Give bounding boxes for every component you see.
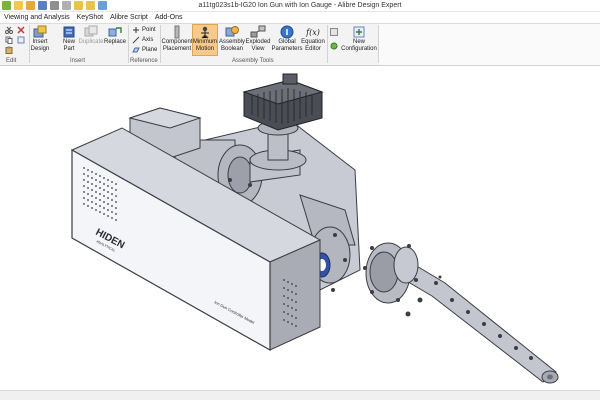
group-label-edit: Edit: [6, 58, 17, 64]
grid-icon: [330, 28, 338, 36]
properties-button[interactable]: [17, 36, 25, 44]
delete-button[interactable]: [17, 26, 25, 34]
ribbon-separator: [327, 25, 328, 63]
properties-icon: [17, 36, 25, 44]
axis-label: Axis: [142, 37, 154, 43]
3d-viewport[interactable]: HIDEN ANALYTICAL Ion Gun Controller Mode…: [0, 67, 600, 390]
ribbon-separator: [128, 25, 129, 63]
point-icon: [133, 27, 139, 33]
equation-editor-label: Equation Editor: [301, 39, 325, 52]
paste-button[interactable]: [5, 46, 13, 54]
global-parameters-label: Global Parameters: [271, 39, 303, 52]
equation-editor-button[interactable]: f(x) Equation Editor: [300, 25, 326, 53]
ribbon-empty-area: [378, 23, 600, 66]
group-label-assembly-tools: Assembly Tools: [232, 58, 274, 64]
global-parameters-button[interactable]: Global Parameters: [271, 25, 303, 53]
assembly-boolean-button[interactable]: Assembly Boolean: [219, 25, 245, 53]
new-configuration-icon: [353, 26, 365, 38]
insert-design-icon: [33, 25, 47, 38]
tab-alibre-script[interactable]: Alibre Script: [110, 12, 148, 23]
ribbon-tabs: Viewing and Analysis KeyShot Alibre Scri…: [0, 12, 600, 23]
plane-button[interactable]: Plane: [132, 46, 157, 54]
configuration-toggle-button[interactable]: [330, 42, 338, 50]
copy-button[interactable]: [5, 36, 13, 44]
new-part-button[interactable]: New Part: [60, 25, 78, 53]
paste-icon: [5, 46, 13, 54]
right-flange: [363, 242, 423, 317]
tab-viewing-and-analysis[interactable]: Viewing and Analysis: [4, 12, 70, 23]
assembly-boolean-icon: [225, 26, 239, 37]
axis-icon: [132, 36, 140, 44]
exploded-view-button[interactable]: Exploded View: [245, 25, 271, 53]
point-button[interactable]: Point: [132, 26, 156, 34]
axis-button[interactable]: Axis: [132, 36, 153, 44]
replace-button[interactable]: Replace: [104, 25, 126, 46]
ion-gun-model[interactable]: HIDEN ANALYTICAL Ion Gun Controller Mode…: [0, 67, 600, 390]
probe-tube: [397, 261, 559, 384]
exploded-view-label: Exploded View: [245, 39, 271, 52]
minimum-motion-button[interactable]: Minimum Motion: [192, 24, 218, 56]
replace-icon: [108, 27, 122, 37]
new-part-label: New Part: [62, 39, 75, 52]
tab-keyshot[interactable]: KeyShot: [77, 12, 103, 23]
new-configuration-label: New Configuration: [341, 39, 377, 52]
replace-label: Replace: [104, 39, 127, 45]
point-label: Point: [142, 27, 156, 33]
group-label-insert: Insert: [70, 58, 86, 64]
configurations-small-button[interactable]: [330, 28, 338, 36]
title-bar: a11tg023s1b-IG20 Ion Gun with Ion Gauge …: [0, 0, 600, 12]
insert-design-label: Insert Design: [30, 39, 50, 52]
equation-icon: f(x): [306, 27, 320, 37]
status-bar: [0, 390, 600, 400]
component-placement-icon: [174, 25, 180, 39]
exploded-view-icon: [250, 25, 266, 38]
component-placement-button[interactable]: Component Placement: [161, 25, 193, 53]
duplicate-button[interactable]: Duplicate: [78, 25, 104, 46]
new-part-icon: [63, 26, 75, 38]
ribbon-separator: [378, 25, 379, 63]
new-configuration-button[interactable]: New Configuration: [340, 25, 378, 53]
duplicate-label: Duplicate: [78, 39, 104, 45]
duplicate-icon: [84, 25, 98, 37]
minimum-motion-icon: [201, 26, 209, 39]
cut-button[interactable]: [5, 26, 13, 34]
alibre-window: a11tg023s1b-IG20 Ion Gun with Ion Gauge …: [0, 0, 600, 400]
plane-icon: [132, 47, 140, 53]
cut-icon: [5, 26, 13, 34]
tab-add-ons[interactable]: Add-Ons: [155, 12, 183, 23]
insert-design-button[interactable]: Insert Design: [30, 25, 50, 53]
delete-icon: [17, 26, 25, 34]
global-parameters-icon: [280, 25, 294, 39]
minimum-motion-label: Minimum Motion: [192, 39, 218, 52]
configuration-toggle-icon: [330, 42, 338, 50]
copy-icon: [5, 36, 13, 44]
group-label-reference: Reference: [130, 58, 158, 64]
window-title: a11tg023s1b-IG20 Ion Gun with Ion Gauge …: [198, 2, 402, 9]
assembly-boolean-label: Assembly Boolean: [219, 39, 246, 52]
component-placement-label: Component Placement: [161, 39, 193, 52]
plane-label: Plane: [142, 47, 158, 53]
